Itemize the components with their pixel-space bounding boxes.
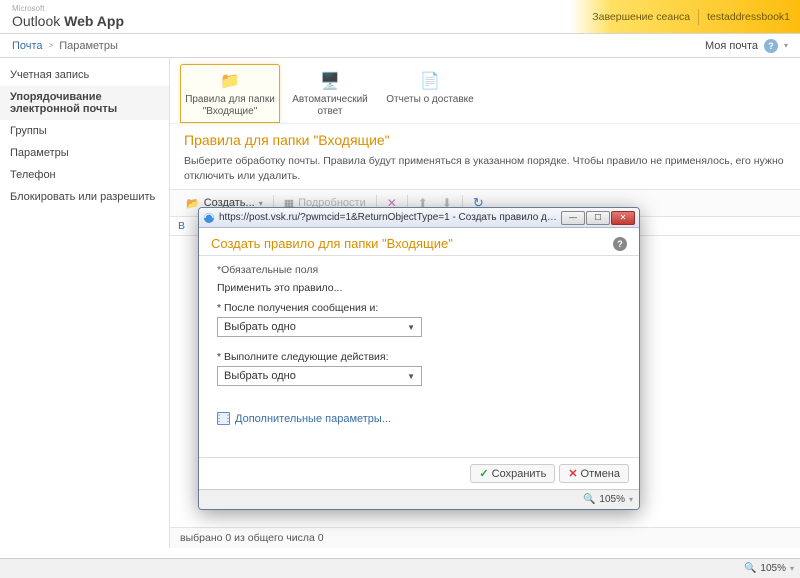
create-rule-dialog: https://post.vsk.ru/?pwmcid=1&ReturnObje…: [198, 207, 640, 510]
breadcrumb: Почта > Параметры Моя почта ? ▾: [0, 34, 800, 58]
minimize-button[interactable]: —: [561, 211, 585, 225]
maximize-button[interactable]: ☐: [586, 211, 610, 225]
brand-logo: Microsoft Outlook Web App: [12, 5, 124, 29]
tab-bar: 📁 Правила для папки "Входящие" 🖥️ Автома…: [170, 58, 800, 123]
zoom-level[interactable]: 105%: [760, 563, 786, 574]
monitor-icon: 🖥️: [320, 71, 340, 91]
action-label: * Выполните следующие действия:: [217, 351, 621, 363]
sidebar-item-account[interactable]: Учетная запись: [0, 64, 169, 86]
chevron-right-icon: >: [49, 41, 54, 50]
section-title: Правила для папки "Входящие": [170, 123, 800, 154]
section-description: Выберите обработку почты. Правила будут …: [170, 154, 800, 189]
cross-icon: ✕: [568, 467, 577, 480]
check-icon: ✓: [479, 467, 488, 480]
breadcrumb-current: Параметры: [59, 40, 118, 52]
app-header: Microsoft Outlook Web App Завершение сеа…: [0, 0, 800, 34]
dialog-heading: Создать правило для папки "Входящие": [211, 236, 453, 251]
browser-status-bar: 🔍 105% ▾: [0, 558, 800, 578]
sidebar-item-phone[interactable]: Телефон: [0, 164, 169, 186]
zoom-icon[interactable]: 🔍: [744, 563, 756, 574]
dialog-zoom-level[interactable]: 105%: [599, 494, 625, 505]
chevron-down-icon: ▼: [407, 323, 415, 332]
sidebar-item-organize-mail[interactable]: Упорядочивание электронной почты: [0, 86, 169, 120]
condition-select[interactable]: Выбрать одно ▼: [217, 317, 422, 337]
tab-delivery-reports[interactable]: 📄 Отчеты о доставке: [380, 64, 480, 123]
tab-inbox-rules[interactable]: 📁 Правила для папки "Входящие": [180, 64, 280, 123]
condition-label: * После получения сообщения и:: [217, 302, 621, 314]
chevron-down-icon[interactable]: ▾: [790, 564, 794, 573]
close-button[interactable]: ✕: [611, 211, 635, 225]
more-options-icon: ⋮⋮: [217, 412, 230, 425]
selection-status: выбрано 0 из общего числа 0: [170, 527, 800, 548]
folder-icon: 📁: [220, 71, 240, 91]
dialog-status-bar: 🔍 105% ▾: [199, 489, 639, 509]
sign-out-link[interactable]: Завершение сеанса: [592, 11, 690, 23]
zoom-icon[interactable]: 🔍: [583, 494, 595, 505]
ie-favicon-icon: [203, 212, 215, 224]
my-mail-link[interactable]: Моя почта: [705, 40, 758, 52]
required-fields-note: *Обязательные поля: [217, 264, 621, 276]
more-options-link[interactable]: ⋮⋮ Дополнительные параметры...: [217, 412, 621, 425]
save-button[interactable]: ✓ Сохранить: [470, 464, 555, 483]
chevron-down-icon[interactable]: ▾: [784, 41, 788, 50]
settings-sidebar: Учетная запись Упорядочивание электронно…: [0, 58, 170, 548]
sidebar-item-settings[interactable]: Параметры: [0, 142, 169, 164]
dialog-window-title: https://post.vsk.ru/?pwmcid=1&ReturnObje…: [219, 212, 557, 223]
tab-autoreply[interactable]: 🖥️ Автоматический ответ: [280, 64, 380, 123]
sidebar-item-block-allow[interactable]: Блокировать или разрешить: [0, 186, 169, 208]
sidebar-item-groups[interactable]: Группы: [0, 120, 169, 142]
dialog-help-icon[interactable]: ?: [613, 237, 627, 251]
chevron-down-icon[interactable]: ▾: [629, 495, 633, 504]
help-icon[interactable]: ?: [764, 39, 778, 53]
breadcrumb-mail[interactable]: Почта: [12, 40, 43, 52]
dialog-titlebar[interactable]: https://post.vsk.ru/?pwmcid=1&ReturnObje…: [199, 208, 639, 228]
apply-rule-label: Применить это правило...: [217, 282, 621, 294]
report-icon: 📄: [420, 71, 440, 91]
user-name[interactable]: testaddressbook1: [707, 11, 790, 23]
user-strip: Завершение сеанса testaddressbook1: [570, 0, 800, 33]
action-select[interactable]: Выбрать одно ▼: [217, 366, 422, 386]
chevron-down-icon: ▼: [407, 372, 415, 381]
cancel-button[interactable]: ✕ Отмена: [559, 464, 629, 483]
